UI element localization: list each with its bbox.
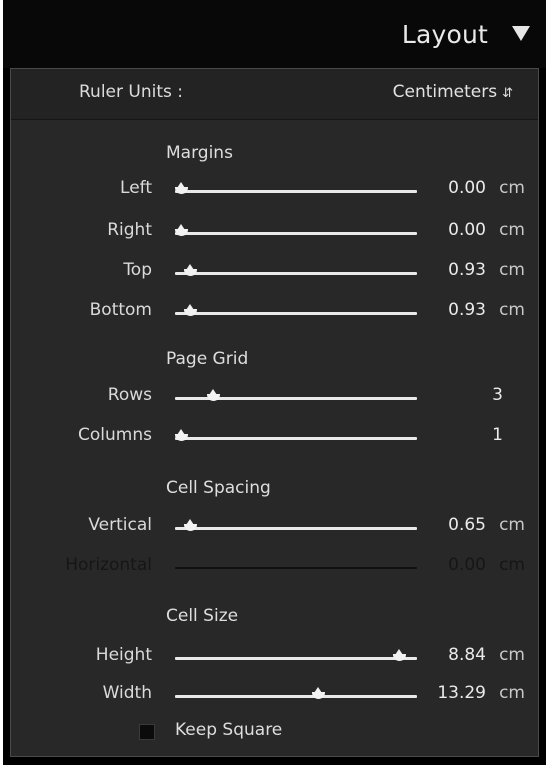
grid-columns-thumb[interactable]: [175, 429, 188, 442]
grid-columns-row: Columns 1: [11, 423, 538, 453]
size-height-row: Height 8.84 cm: [11, 643, 538, 673]
spacing-horizontal-slider: [175, 567, 417, 569]
margin-left-label: Left: [120, 178, 152, 198]
size-height-thumb[interactable]: [392, 649, 406, 662]
margin-top-label: Top: [123, 260, 152, 280]
size-width-value[interactable]: 13.29: [437, 683, 486, 703]
margin-left-thumb[interactable]: [175, 182, 188, 195]
grid-columns-label: Columns: [78, 425, 152, 445]
margin-bottom-unit: cm: [499, 300, 525, 320]
triangle-down-icon[interactable]: [512, 26, 530, 41]
section-page-grid: Page Grid: [166, 349, 249, 369]
size-height-label: Height: [95, 645, 152, 665]
margin-top-value[interactable]: 0.93: [448, 260, 486, 280]
size-height-slider[interactable]: [175, 649, 417, 661]
margin-top-row: Top 0.93 cm: [11, 258, 538, 288]
margin-bottom-thumb[interactable]: [184, 304, 198, 317]
spacing-vertical-slider[interactable]: [175, 519, 417, 531]
section-cell-spacing: Cell Spacing: [166, 478, 271, 498]
size-height-unit: cm: [499, 645, 525, 665]
margin-left-row: Left 0.00 cm: [11, 176, 538, 206]
margin-left-slider[interactable]: [175, 182, 417, 194]
spacing-vertical-label: Vertical: [88, 515, 152, 535]
size-width-unit: cm: [499, 683, 525, 703]
grid-columns-value[interactable]: 1: [492, 425, 503, 445]
ruler-units-value: Centimeters: [392, 82, 498, 102]
updown-arrows-icon: ⇵: [502, 86, 513, 101]
spacing-horizontal-row: Horizontal 0.00 cm: [11, 553, 538, 583]
margin-bottom-value[interactable]: 0.93: [448, 300, 486, 320]
margin-right-value[interactable]: 0.00: [448, 220, 486, 240]
spacing-horizontal-value: 0.00: [448, 555, 486, 575]
panel-header[interactable]: Layout: [3, 0, 546, 68]
ruler-units-select[interactable]: Centimeters ⇵: [393, 82, 513, 102]
size-width-row: Width 13.29 cm: [11, 681, 538, 711]
section-cell-size: Cell Size: [166, 606, 239, 626]
grid-rows-slider[interactable]: [175, 389, 417, 401]
keep-square-checkbox[interactable]: [139, 724, 155, 740]
margin-left-unit: cm: [499, 178, 525, 198]
keep-square-label[interactable]: Keep Square: [175, 720, 282, 740]
ruler-units-label: Ruler Units :: [79, 82, 183, 102]
grid-rows-value[interactable]: 3: [492, 385, 503, 405]
margin-bottom-label: Bottom: [89, 300, 152, 320]
spacing-horizontal-unit: cm: [499, 555, 525, 575]
margin-top-thumb[interactable]: [184, 264, 198, 277]
layout-panel-body: Ruler Units : Centimeters ⇵ Margins Left …: [10, 68, 539, 757]
grid-rows-label: Rows: [107, 385, 152, 405]
grid-rows-row: Rows 3: [11, 383, 538, 413]
size-height-value[interactable]: 8.84: [448, 645, 486, 665]
panel-title: Layout: [401, 20, 488, 49]
spacing-vertical-value[interactable]: 0.65: [448, 515, 486, 535]
spacing-horizontal-label: Horizontal: [65, 555, 152, 575]
margin-bottom-row: Bottom 0.93 cm: [11, 298, 538, 328]
spacing-vertical-row: Vertical 0.65 cm: [11, 513, 538, 543]
size-width-label: Width: [102, 683, 152, 703]
spacing-vertical-thumb[interactable]: [184, 519, 198, 532]
margin-top-unit: cm: [499, 260, 525, 280]
spacing-vertical-unit: cm: [499, 515, 525, 535]
margin-right-row: Right 0.00 cm: [11, 218, 538, 248]
ruler-units-row: Ruler Units : Centimeters ⇵: [11, 69, 538, 120]
layout-panel-frame: Layout Ruler Units : Centimeters ⇵ Margin…: [3, 0, 546, 765]
margin-right-unit: cm: [499, 220, 525, 240]
margin-bottom-slider[interactable]: [175, 304, 417, 316]
margin-top-slider[interactable]: [175, 264, 417, 276]
margin-right-label: Right: [107, 220, 152, 240]
grid-columns-slider[interactable]: [175, 429, 417, 441]
section-margins: Margins: [166, 143, 233, 163]
margin-left-value[interactable]: 0.00: [448, 178, 486, 198]
grid-rows-thumb[interactable]: [207, 389, 221, 402]
size-width-slider[interactable]: [175, 687, 417, 699]
margin-right-thumb[interactable]: [175, 224, 188, 237]
margin-right-slider[interactable]: [175, 224, 417, 236]
size-width-thumb[interactable]: [312, 687, 326, 700]
